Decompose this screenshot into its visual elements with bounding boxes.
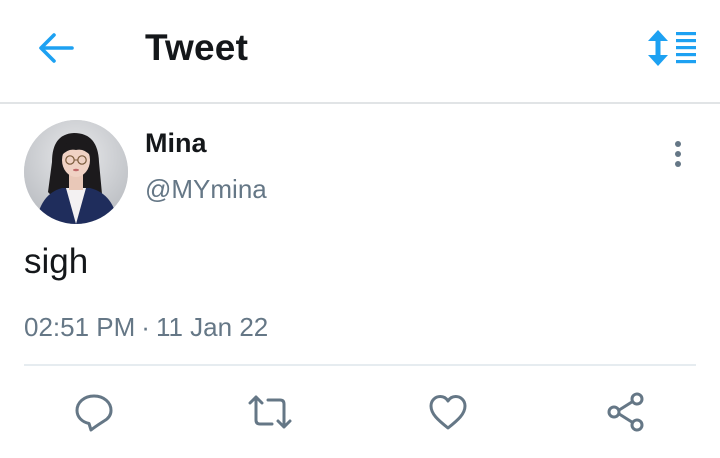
comment-icon [75, 394, 113, 432]
profile-photo [24, 120, 128, 224]
author-avatar[interactable] [24, 120, 128, 224]
tweet-timestamp: 02:51 PM · 11 Jan 22 [24, 312, 268, 343]
retweet-button[interactable] [246, 390, 294, 434]
share-button[interactable] [602, 390, 650, 434]
page-title: Tweet [145, 27, 249, 68]
top-app-bar: Tweet [0, 0, 720, 104]
author-display-name[interactable]: Mina [145, 128, 207, 159]
timestamp-separator: · [141, 312, 150, 342]
more-options-button[interactable] [664, 136, 692, 172]
reply-button[interactable] [70, 390, 118, 434]
sort-list-icon [648, 30, 696, 66]
sort-button[interactable] [644, 26, 700, 70]
tweet-text: sigh [24, 242, 89, 281]
arrow-left-icon [39, 33, 74, 63]
author-handle[interactable]: @MYmina [145, 174, 267, 205]
divider [24, 364, 696, 366]
share-icon [607, 392, 644, 432]
heart-icon [429, 395, 467, 430]
tweet-time: 02:51 PM [24, 312, 136, 342]
like-button[interactable] [424, 390, 472, 434]
retweet-icon [248, 395, 292, 429]
vertical-dots-icon [675, 141, 681, 167]
tweet-date: 11 Jan 22 [155, 312, 269, 342]
back-button[interactable] [34, 28, 78, 68]
